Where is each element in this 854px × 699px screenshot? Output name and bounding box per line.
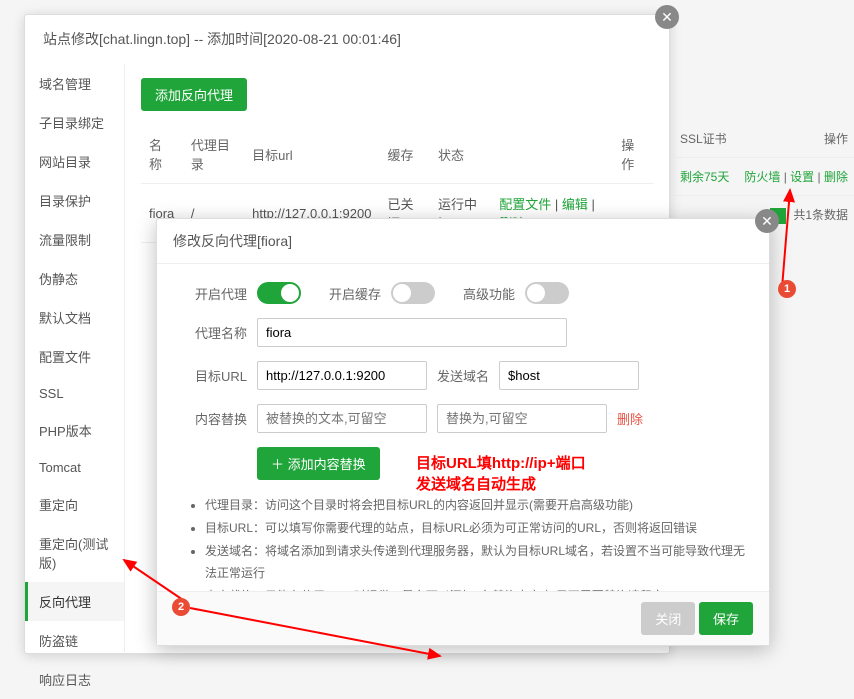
table-header: 目标url [244,125,379,184]
sidebar-item-伪静态[interactable]: 伪静态 [25,259,124,298]
inner-modal-title: 修改反向代理[fiora] [157,219,769,264]
table-header: 操作 [613,125,653,184]
sidebar-item-SSL[interactable]: SSL [25,376,124,411]
badge-1: 1 [778,280,796,298]
close-icon[interactable]: ✕ [755,209,779,233]
edit-proxy-modal: ✕ 修改反向代理[fiora] 开启代理 开启缓存 高级功能 代理名称 目标UR… [156,218,770,646]
enable-proxy-toggle[interactable] [257,282,301,304]
sidebar-item-子目录绑定[interactable]: 子目录绑定 [25,103,124,142]
toggle-label-advanced: 高级功能 [463,284,515,303]
add-replace-button[interactable]: ＋ 添加内容替换 [257,447,380,480]
add-proxy-button[interactable]: 添加反向代理 [141,78,247,111]
sidebar-item-流量限制[interactable]: 流量限制 [25,220,124,259]
table-header: 缓存 [379,125,430,184]
advanced-toggle[interactable] [525,282,569,304]
sidebar-item-反向代理[interactable]: 反向代理 [25,582,124,621]
toggle-label-enable: 开启代理 [181,284,247,303]
send-domain-input[interactable] [499,361,639,390]
firewall-link[interactable]: 防火墙 [744,170,780,184]
save-button[interactable]: 保存 [699,602,753,635]
hint-item: 代理目录：访问这个目录时将会把目标URL的内容返回并显示(需要开启高级功能) [205,494,745,517]
table-header: 名称 [141,125,183,184]
label-proxy-name: 代理名称 [181,323,247,342]
toggle-label-cache: 开启缓存 [329,284,381,303]
summary-text: 共1条数据 [793,208,848,222]
bg-delete-link[interactable]: 删除 [824,170,848,184]
sidebar-item-重定向[interactable]: 重定向 [25,485,124,524]
table-header: 代理目录 [183,125,244,184]
sidebar-item-PHP版本[interactable]: PHP版本 [25,411,124,450]
outer-modal-title: 站点修改[chat.lingn.top] -- 添加时间[2020-08-21 … [25,15,669,64]
label-send-domain: 发送域名 [437,366,489,385]
table-header: 状态 [430,125,491,184]
sidebar-item-域名管理[interactable]: 域名管理 [25,64,124,103]
sidebar-item-Tomcat[interactable]: Tomcat [25,450,124,485]
enable-cache-toggle[interactable] [391,282,435,304]
config-link[interactable]: 配置文件 [499,197,551,212]
replace-dst-input[interactable] [437,404,607,433]
sidebar-item-响应日志[interactable]: 响应日志 [25,660,124,699]
replace-src-input[interactable] [257,404,427,433]
proxy-name-input[interactable] [257,318,567,347]
edit-link[interactable]: 编辑 [562,197,588,212]
replace-delete-link[interactable]: 删除 [617,409,643,428]
table-header [491,125,613,184]
hint-item: 目标URL：可以填写你需要代理的站点，目标URL必须为可正常访问的URL，否则将… [205,517,745,540]
ssl-remaining: 剩余75天 [680,168,729,185]
sidebar-item-默认文档[interactable]: 默认文档 [25,298,124,337]
close-button[interactable]: 关闭 [641,602,695,635]
badge-2: 2 [172,598,190,616]
hints-list: 代理目录：访问这个目录时将会把目标URL的内容返回并显示(需要开启高级功能)目标… [181,494,745,591]
label-target-url: 目标URL [181,366,247,385]
label-content-replace: 内容替换 [181,409,247,428]
sidebar: 域名管理子目录绑定网站目录目录保护流量限制伪静态默认文档配置文件SSLPHP版本… [25,64,125,654]
hint-item: 发送域名：将域名添加到请求头传递到代理服务器，默认为目标URL域名，若设置不当可… [205,540,745,586]
sidebar-item-网站目录[interactable]: 网站目录 [25,142,124,181]
ops-header: 操作 [824,130,848,147]
sidebar-item-配置文件[interactable]: 配置文件 [25,337,124,376]
close-icon[interactable]: ✕ [655,5,679,29]
sidebar-item-重定向(测试版)[interactable]: 重定向(测试版) [25,524,124,582]
sidebar-item-目录保护[interactable]: 目录保护 [25,181,124,220]
target-url-input[interactable] [257,361,427,390]
sidebar-item-防盗链[interactable]: 防盗链 [25,621,124,660]
settings-link[interactable]: 设置 [790,170,814,184]
ssl-header: SSL证书 [680,130,727,147]
